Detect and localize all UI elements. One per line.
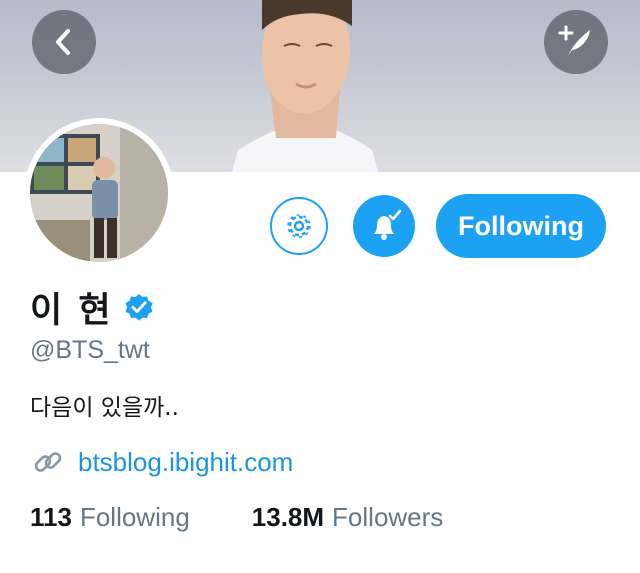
followers-stat[interactable]: 13.8M Followers [252,502,444,533]
link-icon [34,452,62,472]
bell-check-icon [374,209,402,240]
settings-button[interactable] [270,197,328,255]
following-count: 113 [30,502,72,532]
avatar-photo [30,124,168,262]
profile-stats: 113 Following 13.8M Followers [30,502,443,533]
profile-avatar[interactable] [24,118,174,268]
followers-count: 13.8M [251,502,325,532]
following-stat[interactable]: 113 Following [30,502,190,533]
compose-tweet-icon [558,25,590,56]
following-button[interactable]: Following [436,194,606,258]
website-link[interactable]: btsblog.ibighit.com [78,447,293,478]
website-row: btsblog.ibighit.com [32,446,293,478]
followers-label: Followers [332,502,444,532]
profile-name-row: 이 현 [30,282,155,333]
chevron-left-icon [56,29,70,55]
verified-badge-icon [125,293,153,321]
back-button[interactable] [32,10,96,74]
profile-handle: @BTS_twt [30,336,150,364]
compose-tweet-button[interactable] [544,10,608,74]
notifications-button[interactable] [353,195,415,257]
gear-icon [287,214,311,238]
following-label: Following [79,502,190,532]
profile-name: 이 현 [30,291,113,331]
profile-bio: 다음이 있을까.. [30,395,179,421]
